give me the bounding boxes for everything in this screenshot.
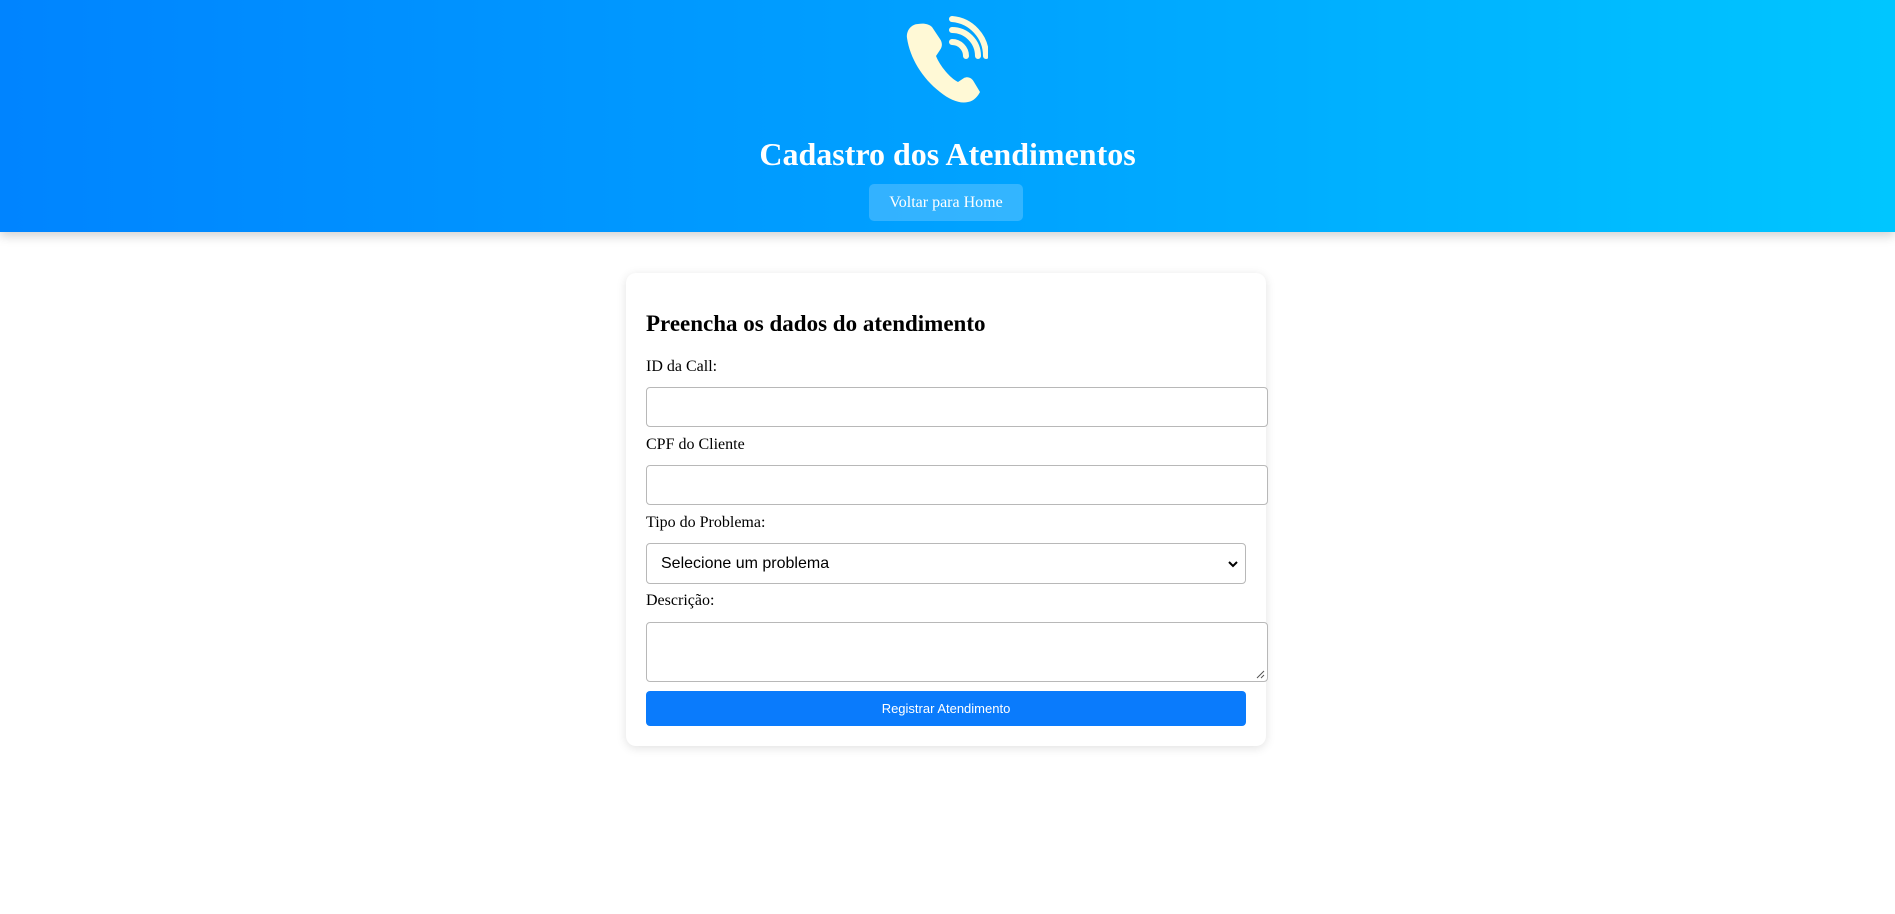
resize-handle-icon[interactable]	[1256, 670, 1265, 679]
problem-type-select[interactable]: Selecione um problema	[646, 543, 1246, 584]
problem-type-selected-value: Selecione um problema	[661, 555, 830, 572]
back-home-button[interactable]: Voltar para Home	[869, 184, 1023, 221]
description-label: Descrição:	[646, 592, 715, 609]
call-id-label: ID da Call:	[646, 358, 718, 375]
page-header: Cadastro dos Atendimentos Voltar para Ho…	[0, 0, 1895, 232]
register-call-button[interactable]: Registrar Atendimento	[646, 691, 1246, 726]
form-card: Preencha os dados do atendimento ID da C…	[626, 273, 1268, 746]
call-id-input[interactable]	[646, 387, 1268, 427]
chevron-down-icon	[1228, 561, 1238, 568]
form-title: Preencha os dados do atendimento	[646, 311, 986, 336]
cpf-label: CPF do Cliente	[646, 436, 745, 453]
cpf-input[interactable]	[646, 465, 1268, 505]
page-title: Cadastro dos Atendimentos	[759, 136, 1136, 172]
problem-type-label: Tipo do Problema:	[646, 514, 766, 531]
phone-call-icon	[906, 16, 988, 103]
description-textarea[interactable]	[646, 622, 1268, 682]
